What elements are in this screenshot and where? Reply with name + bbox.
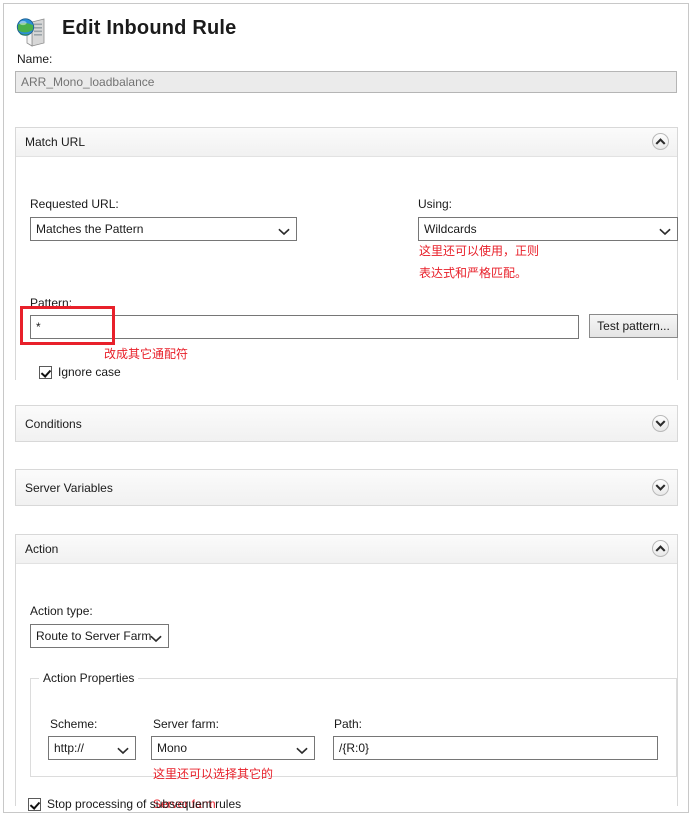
server-farm-label: Server farm: bbox=[153, 717, 219, 731]
scheme-value: http:// bbox=[54, 741, 84, 755]
action-body: Action type: Route to Server Farm Action… bbox=[16, 564, 677, 806]
match-url-body: Requested URL: Matches the Pattern Using… bbox=[16, 157, 677, 380]
match-url-panel-header[interactable]: Match URL bbox=[16, 128, 677, 157]
server-farm-annotation-line1: 这里还可以选择其它的 bbox=[153, 766, 273, 782]
action-panel-header[interactable]: Action bbox=[16, 535, 677, 564]
path-input[interactable] bbox=[333, 736, 658, 760]
server-variables-title: Server Variables bbox=[25, 481, 113, 495]
path-label: Path: bbox=[334, 717, 362, 731]
action-type-value: Route to Server Farm bbox=[36, 629, 151, 643]
stop-processing-checkbox[interactable]: Stop processing of subsequent rules bbox=[28, 797, 241, 811]
scheme-label: Scheme: bbox=[50, 717, 97, 731]
page-title: Edit Inbound Rule bbox=[62, 17, 236, 40]
chevron-up-icon[interactable] bbox=[652, 133, 669, 150]
chevron-down-icon[interactable] bbox=[652, 415, 669, 432]
chevron-up-icon[interactable] bbox=[652, 540, 669, 557]
action-properties-legend: Action Properties bbox=[39, 671, 138, 685]
action-panel: Action Action type: Route to Server Farm… bbox=[15, 534, 678, 806]
server-variables-panel[interactable]: Server Variables bbox=[15, 469, 678, 506]
chevron-down-icon[interactable] bbox=[652, 479, 669, 496]
action-type-label: Action type: bbox=[30, 604, 93, 618]
checkbox-checked-icon bbox=[28, 798, 41, 811]
ignore-case-checkbox[interactable]: Ignore case bbox=[39, 365, 121, 379]
requested-url-value: Matches the Pattern bbox=[36, 222, 143, 236]
checkbox-checked-icon bbox=[39, 366, 52, 379]
using-annotation-line1: 这里还可以使用，正则 bbox=[419, 243, 539, 259]
server-variables-panel-header[interactable]: Server Variables bbox=[16, 470, 677, 505]
window-header: Edit Inbound Rule bbox=[4, 4, 688, 52]
using-annotation-line2: 表达式和严格匹配。 bbox=[419, 265, 527, 281]
pattern-label: Pattern: bbox=[30, 296, 72, 310]
pattern-annotation: 改成其它通配符 bbox=[104, 346, 188, 362]
stop-processing-label: Stop processing of subsequent rules bbox=[47, 797, 241, 811]
requested-url-select[interactable]: Matches the Pattern bbox=[30, 217, 297, 241]
using-value: Wildcards bbox=[424, 222, 477, 236]
match-url-panel: Match URL Requested URL: Matches the Pat… bbox=[15, 127, 678, 380]
name-label: Name: bbox=[17, 52, 52, 66]
globe-server-icon bbox=[15, 16, 51, 48]
conditions-panel-header[interactable]: Conditions bbox=[16, 406, 677, 441]
rule-name-input[interactable] bbox=[15, 71, 677, 93]
requested-url-label: Requested URL: bbox=[30, 197, 119, 211]
test-pattern-button[interactable]: Test pattern... bbox=[589, 314, 678, 338]
action-type-select[interactable]: Route to Server Farm bbox=[30, 624, 169, 648]
pattern-input[interactable] bbox=[30, 315, 579, 339]
action-title: Action bbox=[25, 542, 58, 556]
ignore-case-label: Ignore case bbox=[58, 365, 121, 379]
conditions-panel[interactable]: Conditions bbox=[15, 405, 678, 442]
using-label: Using: bbox=[418, 197, 452, 211]
conditions-title: Conditions bbox=[25, 417, 82, 431]
server-farm-value: Mono bbox=[157, 741, 187, 755]
using-select[interactable]: Wildcards bbox=[418, 217, 678, 241]
edit-inbound-rule-window: Edit Inbound Rule Name: Match URL Reques… bbox=[3, 3, 689, 813]
match-url-title: Match URL bbox=[25, 135, 85, 149]
server-farm-select[interactable]: Mono bbox=[151, 736, 315, 760]
scheme-select[interactable]: http:// bbox=[48, 736, 136, 760]
